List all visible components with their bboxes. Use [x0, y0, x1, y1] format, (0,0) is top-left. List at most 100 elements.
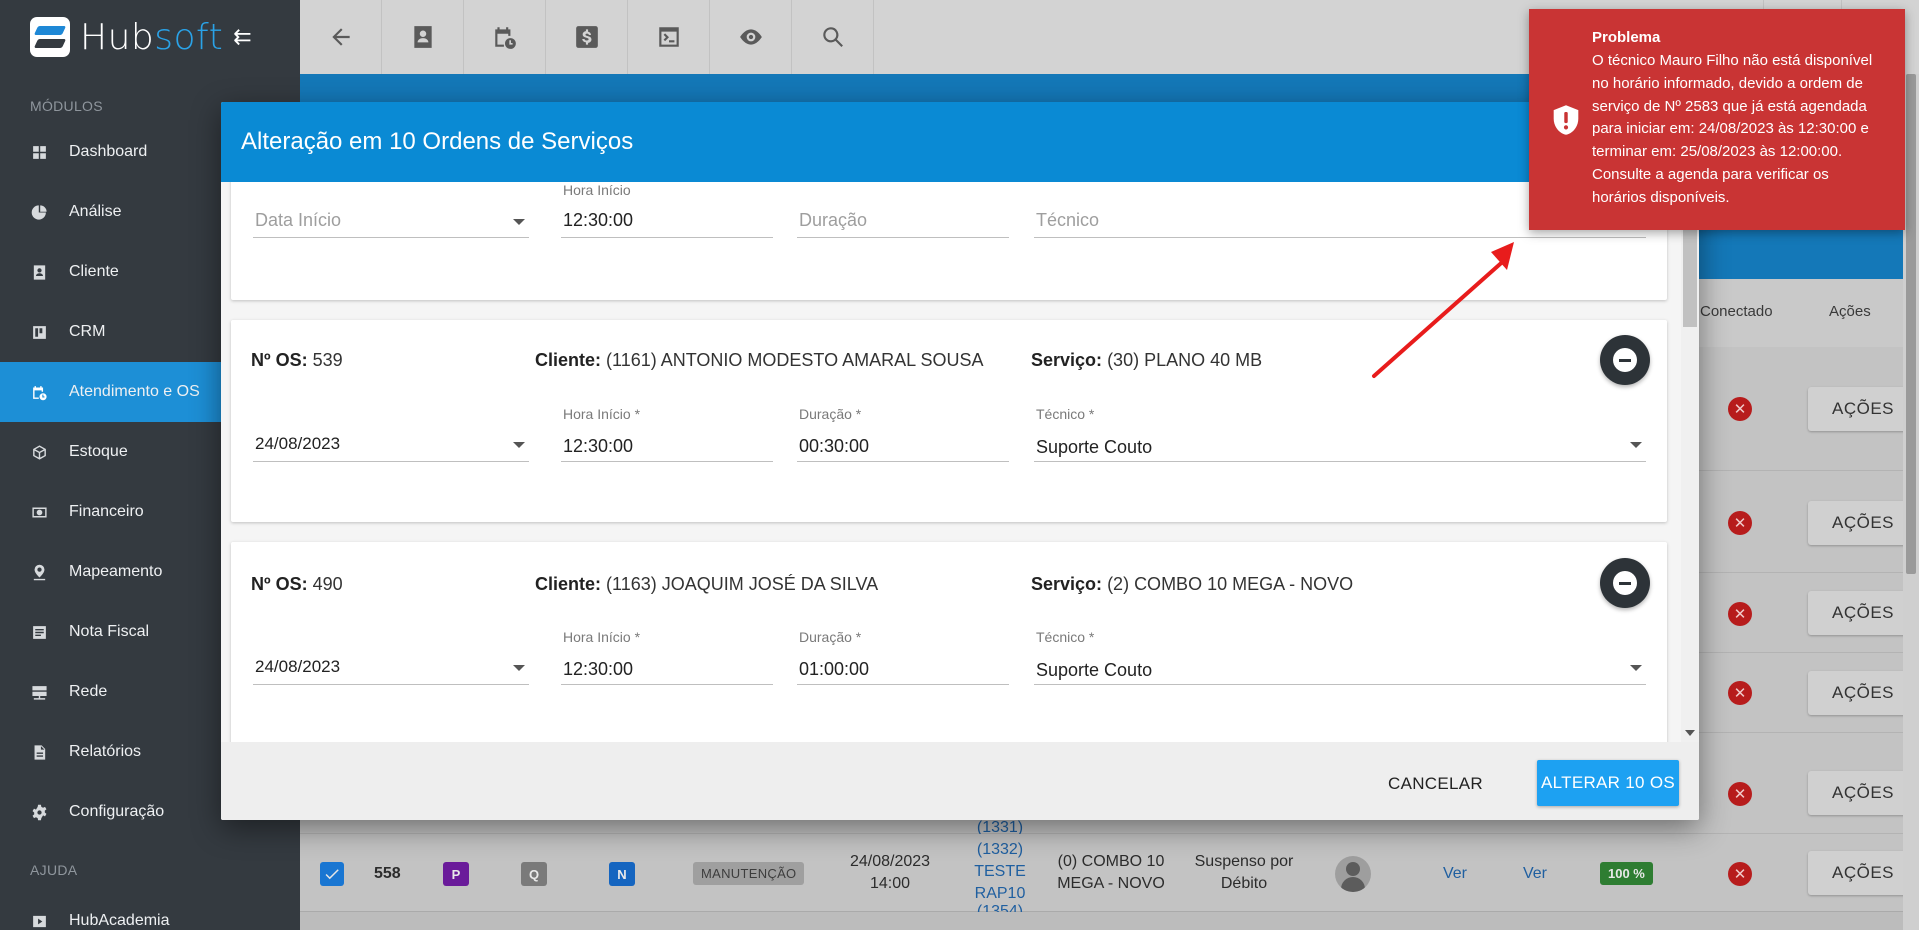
view-link[interactable]: Ver	[1430, 863, 1480, 885]
disconnected-icon: ✕	[1728, 681, 1752, 705]
client-link[interactable]: (1354)	[960, 903, 1040, 912]
pie-chart-icon	[30, 203, 48, 221]
finance-button[interactable]	[546, 0, 628, 74]
column-header-conectado: Conectado	[1700, 303, 1773, 320]
sidebar-item-label: Configuração	[69, 803, 165, 820]
priority-badge: P	[443, 862, 469, 886]
box-icon	[30, 443, 48, 461]
schedule-button[interactable]	[464, 0, 546, 74]
type-badge: MANUTENÇÃO	[693, 862, 805, 885]
chevron-down-icon	[1630, 442, 1642, 448]
client-info: Cliente: (1161) ANTONIO MODESTO AMARAL S…	[535, 350, 984, 370]
calendar-clock-icon	[30, 383, 48, 401]
terminal-icon	[658, 27, 679, 47]
modal-footer: CANCELAR ALTERAR 10 OS	[221, 742, 1699, 820]
disconnected-icon: ✕	[1728, 862, 1752, 886]
service-info: Serviço: (30) PLANO 40 MB	[1031, 350, 1263, 370]
client-link[interactable]: (1332) TESTE RAP10	[960, 839, 1040, 905]
cancel-button[interactable]: CANCELAR	[1376, 762, 1495, 806]
acoes-button[interactable]: AÇÕES	[1808, 851, 1918, 895]
contract-status: Suspenso por Débito	[1194, 853, 1294, 892]
acoes-button[interactable]: AÇÕES	[1808, 671, 1918, 715]
data-inicio-select[interactable]: Data Início	[253, 198, 529, 238]
terminal-button[interactable]	[628, 0, 710, 74]
queue-badge: Q	[521, 862, 547, 886]
report-icon	[30, 743, 48, 761]
sidebar-item-label: Rede	[69, 683, 108, 700]
sidebar-item-label: Análise	[69, 203, 122, 220]
hora-inicio-field[interactable]: Hora Início * 12:30:00	[561, 625, 773, 685]
view-button[interactable]	[710, 0, 792, 74]
sidebar-item-label: Dashboard	[69, 143, 148, 160]
clients-button[interactable]	[382, 0, 464, 74]
logo-mark	[30, 17, 70, 57]
acoes-button[interactable]: AÇÕES	[1808, 387, 1918, 431]
chevron-down-icon	[513, 219, 525, 225]
calendar-clock-icon	[494, 27, 516, 49]
modal-scrollbar[interactable]	[1681, 182, 1699, 742]
scroll-down-arrow-icon[interactable]	[1685, 730, 1695, 736]
back-arrow-icon	[331, 28, 350, 46]
sidebar-item-label: Cliente	[69, 263, 119, 280]
sidebar-item-label: Nota Fiscal	[69, 623, 150, 640]
os-number: 558	[374, 865, 401, 882]
contact-card-icon	[413, 26, 432, 48]
acoes-button[interactable]: AÇÕES	[1808, 771, 1918, 815]
tecnico-select[interactable]: Técnico * Suporte Couto	[1034, 402, 1646, 462]
status-badge-n: N	[609, 862, 635, 886]
map-pin-icon	[30, 563, 48, 581]
table-row-558[interactable]: 558 P Q N MANUTENÇÃO 24/08/2023 14:00 (13…	[300, 834, 1918, 912]
sidebar-item-label: Financeiro	[69, 503, 144, 520]
duracao-field[interactable]: Duração * 00:30:00	[797, 402, 1009, 462]
page-scrollbar-thumb[interactable]	[1906, 74, 1916, 574]
sidebar-item-label: Mapeamento	[69, 563, 163, 580]
hora-inicio-field[interactable]: Hora Início * 12:30:00	[561, 402, 773, 462]
disconnected-icon: ✕	[1728, 511, 1752, 535]
service-name: (0) COMBO 10 MEGA - NOVO	[1057, 853, 1165, 892]
error-toast[interactable]: Problema O técnico Mauro Filho não está …	[1529, 9, 1905, 230]
data-inicio-select[interactable]: 24/08/2023	[253, 420, 529, 462]
eye-icon	[739, 29, 762, 45]
shield-alert-icon	[1553, 105, 1579, 135]
sidebar-item-label: HubAcademia	[69, 912, 170, 929]
gear-icon	[30, 803, 48, 821]
chevron-down-icon	[513, 665, 525, 671]
client-info: Cliente: (1163) JOAQUIM JOSÉ DA SILVA	[535, 574, 879, 594]
acoes-button[interactable]: AÇÕES	[1808, 501, 1918, 545]
tecnico-select[interactable]: Técnico * Suporte Couto	[1034, 625, 1646, 685]
remove-order-button[interactable]	[1600, 558, 1650, 608]
view-link[interactable]: Ver	[1510, 863, 1560, 885]
service-info: Serviço: (2) COMBO 10 MEGA - NOVO	[1031, 574, 1354, 594]
kanban-icon	[30, 323, 48, 341]
modal-title: Alteração em 10 Ordens de Serviços	[241, 128, 634, 155]
document-list-icon	[30, 623, 48, 641]
acoes-button[interactable]: AÇÕES	[1808, 591, 1918, 635]
sidebar-item-label: CRM	[69, 323, 106, 340]
progress-badge: 100 %	[1600, 862, 1653, 885]
duracao-field[interactable]: Duração * 01:00:00	[797, 625, 1009, 685]
os-number: Nº OS: 539	[251, 350, 343, 370]
sidebar-item-label: Atendimento e OS	[69, 383, 200, 400]
os-number: Nº OS: 490	[251, 574, 343, 594]
apply-changes-button[interactable]: ALTERAR 10 OS	[1537, 760, 1679, 806]
schedule-date: 24/08/2023 14:00	[849, 853, 931, 892]
row-checkbox[interactable]	[320, 862, 344, 886]
toast-title: Problema	[1592, 29, 1661, 46]
money-icon	[30, 503, 48, 521]
duracao-field[interactable]: Duração	[797, 198, 1009, 238]
remove-order-button[interactable]	[1600, 335, 1650, 385]
disconnected-icon: ✕	[1728, 782, 1752, 806]
minus-circle-icon	[1613, 348, 1637, 372]
back-button[interactable]	[300, 0, 382, 74]
dollar-icon	[575, 26, 598, 48]
search-button[interactable]	[792, 0, 874, 74]
menu-collapse-icon[interactable]: ⇇	[233, 24, 251, 50]
disconnected-icon: ✕	[1728, 602, 1752, 626]
hora-inicio-field[interactable]: Hora Início 12:30:00	[561, 182, 773, 238]
logo[interactable]: Hubsoft ⇇	[0, 0, 300, 74]
page-scrollbar[interactable]	[1903, 74, 1919, 930]
minus-circle-icon	[1613, 571, 1637, 595]
sidebar-item-label: Relatórios	[69, 743, 142, 760]
sidebar-item-hubacademia[interactable]: HubAcademia	[0, 886, 300, 930]
data-inicio-select[interactable]: 24/08/2023	[253, 643, 529, 685]
